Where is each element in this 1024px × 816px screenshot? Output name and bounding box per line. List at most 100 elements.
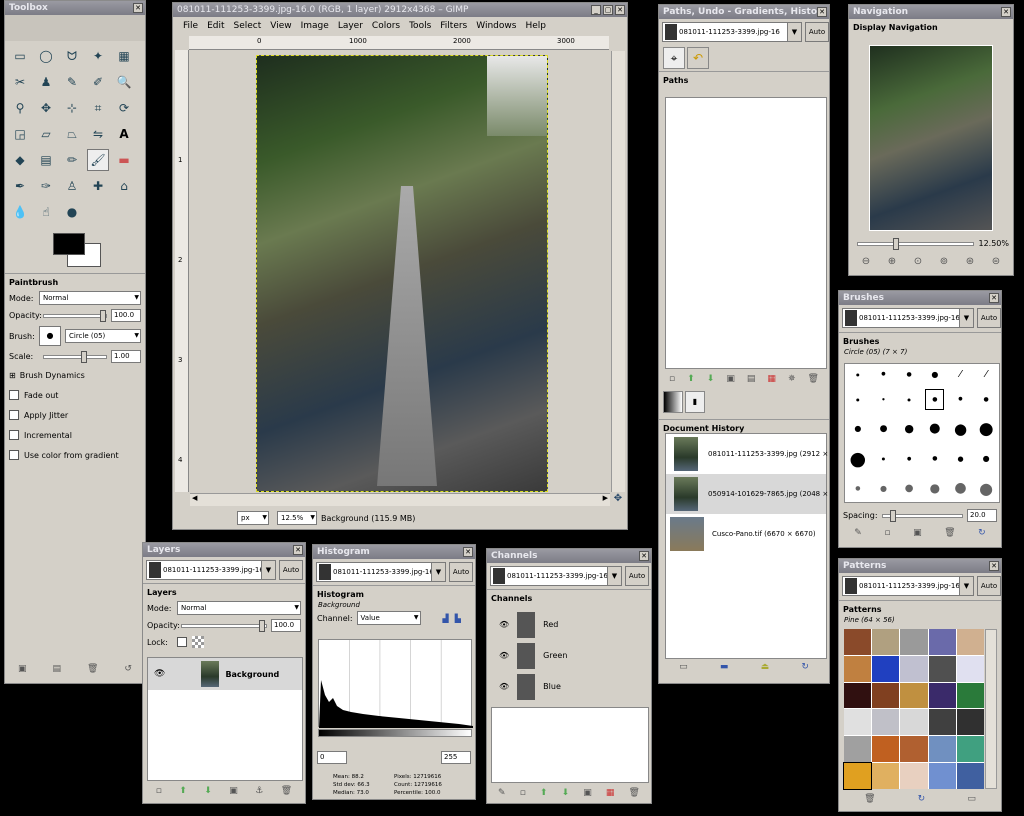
smudge-tool-icon[interactable]: ☝ [35, 201, 57, 223]
expander-icon[interactable]: ⊞ [9, 371, 16, 380]
zoom-fill-icon[interactable]: ⊛ [966, 256, 974, 267]
pattern-item[interactable] [900, 709, 928, 736]
brush-item[interactable]: ● [979, 419, 994, 439]
auto-button[interactable]: Auto [977, 576, 1001, 596]
menu-file[interactable]: File [183, 21, 198, 31]
eye-icon[interactable]: 👁 [499, 651, 509, 660]
layer-mode-select[interactable]: Normal [177, 601, 301, 615]
menu-help[interactable]: Help [525, 21, 546, 31]
eye-icon[interactable]: 👁 [499, 620, 509, 629]
foreground-select-tool-icon[interactable]: ♟ [35, 71, 57, 93]
spacing-slider[interactable] [881, 509, 963, 522]
channel-to-selection-icon[interactable]: ▦ [606, 788, 615, 798]
new-channel-icon[interactable]: ▫ [520, 788, 526, 798]
pattern-item[interactable] [844, 629, 872, 655]
vertical-scrollbar[interactable] [611, 51, 625, 492]
brush-item[interactable]: ● [954, 420, 967, 438]
paths-tab-icon[interactable]: ⌖ [663, 47, 685, 69]
opacity-spin[interactable]: 100.0 [111, 309, 141, 322]
pattern-item[interactable] [956, 709, 984, 736]
rotate-tool-icon[interactable]: ⟳ [113, 97, 135, 119]
brush-item[interactable]: ● [930, 481, 940, 495]
list-item[interactable]: 050914-101629-7865.jpg (2048 × 3 [666, 474, 829, 514]
heal-tool-icon[interactable]: ✚ [87, 175, 109, 197]
zoom-out-icon[interactable]: ⊖ [862, 256, 870, 267]
pattern-item[interactable] [956, 682, 984, 709]
delete-pattern-icon[interactable]: 🗑 [864, 794, 875, 804]
delete-options-icon[interactable]: 🗑 [87, 664, 98, 674]
free-select-tool-icon[interactable]: ᗢ [61, 45, 83, 67]
crop-tool-icon[interactable]: ⌗ [87, 97, 109, 119]
pattern-item[interactable] [928, 655, 956, 682]
brush-item[interactable]: ⁄ [985, 369, 987, 380]
brush-item[interactable]: ● [932, 455, 937, 462]
raise-layer-icon[interactable]: ⬆ [179, 786, 187, 796]
color-select-tool-icon[interactable]: ▦ [113, 45, 135, 67]
layer-opacity-spin[interactable]: 100.0 [271, 619, 301, 632]
lower-layer-icon[interactable]: ⬇ [204, 786, 212, 796]
close-icon[interactable]: ✕ [639, 551, 649, 561]
pattern-item[interactable] [928, 763, 956, 789]
pattern-item[interactable] [900, 655, 928, 682]
navigate-icon[interactable]: ✥ [611, 493, 625, 506]
pattern-item[interactable] [928, 736, 956, 763]
open-image-icon[interactable]: ▭ [679, 662, 688, 672]
brush-item[interactable]: ● [907, 456, 911, 462]
open-location-icon[interactable]: ⏏ [761, 662, 770, 672]
pattern-item[interactable] [844, 655, 872, 682]
navigation-zoom-slider[interactable] [857, 237, 975, 250]
brush-item[interactable]: ● [957, 455, 963, 463]
new-layer-icon[interactable]: ▫ [156, 786, 162, 796]
toolbox-titlebar[interactable]: Toolbox ✕ [5, 1, 145, 15]
brush-item[interactable]: ● [856, 397, 860, 402]
auto-button[interactable]: Auto [279, 560, 303, 580]
pattern-item[interactable] [956, 763, 984, 789]
use-gradient-option[interactable]: Use color from gradient [5, 448, 145, 462]
stroke-path-icon[interactable]: ✵ [788, 374, 796, 384]
edit-channel-icon[interactable]: ✎ [498, 788, 506, 798]
image-selector[interactable]: 081011-111253-3399.jpg-16 ▼ [842, 576, 974, 596]
pattern-item[interactable] [844, 682, 872, 709]
paintbrush-tool-icon[interactable]: 🖌 [87, 149, 109, 171]
brush-item[interactable]: ● [979, 479, 993, 498]
reset-options-icon[interactable]: ↺ [124, 664, 132, 674]
navigation-titlebar[interactable]: Navigation ✕ [849, 5, 1013, 19]
delete-layer-icon[interactable]: 🗑 [281, 786, 292, 796]
close-icon[interactable]: ✕ [133, 3, 143, 13]
lock-alpha-checkbox[interactable] [177, 637, 187, 647]
pattern-item[interactable] [872, 655, 900, 682]
new-brush-icon[interactable]: ▫ [884, 528, 890, 538]
delete-path-icon[interactable]: 🗑 [808, 374, 819, 384]
menu-filters[interactable]: Filters [440, 21, 467, 31]
image-selector[interactable]: 081011-111253-3399.jpg-16 ▼ [842, 308, 974, 328]
auto-button[interactable]: Auto [625, 566, 649, 586]
pattern-item[interactable] [842, 762, 873, 790]
zoom-select[interactable]: 12.5% [277, 511, 317, 525]
layer-list[interactable]: 👁 Background [147, 657, 303, 781]
pattern-item[interactable] [900, 763, 928, 789]
blur-tool-icon[interactable]: 💧 [9, 201, 31, 223]
brush-item[interactable]: ● [929, 421, 940, 436]
auto-button[interactable]: Auto [805, 22, 829, 42]
image-selector[interactable]: 081011-111253-3399.jpg-16 ▼ [662, 22, 802, 42]
brush-item[interactable]: ● [983, 454, 990, 463]
text-tool-icon[interactable]: A [113, 123, 135, 145]
perspective-clone-tool-icon[interactable]: ⌂ [113, 175, 135, 197]
menu-view[interactable]: View [270, 21, 291, 31]
pattern-item[interactable] [900, 736, 928, 763]
duplicate-path-icon[interactable]: ▣ [726, 374, 735, 384]
edit-brush-icon[interactable]: ✎ [854, 528, 862, 538]
path-to-selection-icon[interactable]: ▤ [747, 374, 756, 384]
zoom-tool-icon[interactable]: 🔍 [113, 71, 135, 93]
range-max-spin[interactable]: 255 [441, 751, 471, 764]
menu-tools[interactable]: Tools [409, 21, 431, 31]
delete-brush-icon[interactable]: 🗑 [944, 528, 955, 538]
new-path-icon[interactable]: ▫ [669, 374, 675, 384]
brush-item[interactable]: ● [880, 424, 888, 434]
fuzzy-select-tool-icon[interactable]: ✦ [87, 45, 109, 67]
scale-slider[interactable] [43, 350, 107, 363]
menu-edit[interactable]: Edit [207, 21, 224, 31]
pattern-item[interactable] [956, 736, 984, 763]
brush-item[interactable]: ● [855, 485, 860, 492]
menu-colors[interactable]: Colors [372, 21, 400, 31]
